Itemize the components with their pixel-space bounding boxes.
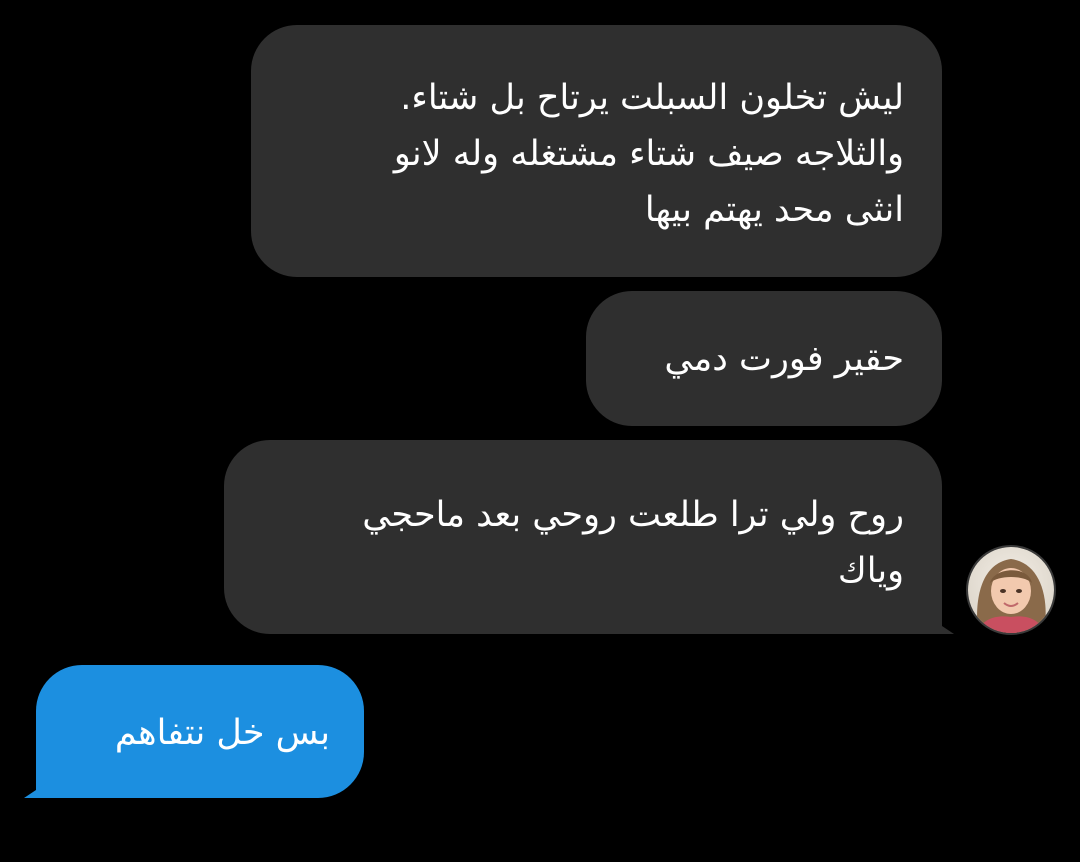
outgoing-message-bubble[interactable]: بس خل نتفاهم xyxy=(24,665,364,798)
sender-avatar[interactable] xyxy=(966,545,1056,635)
incoming-message-bubble[interactable]: روح ولي ترا طلعت روحي بعد ماحجي وياك xyxy=(224,440,954,634)
message-text: ليش تخلون السبلت يرتاح بل شتاء. والثلاجه… xyxy=(393,78,904,230)
message-text: حقير فورت دمي xyxy=(664,339,904,379)
incoming-message-bubble[interactable]: ليش تخلون السبلت يرتاح بل شتاء. والثلاجه… xyxy=(251,25,942,277)
message-text: روح ولي ترا طلعت روحي بعد ماحجي وياك xyxy=(362,495,904,591)
bubble-tail xyxy=(930,618,954,634)
bubble-tail xyxy=(24,782,48,798)
message-text: بس خل نتفاهم xyxy=(114,713,330,753)
incoming-message-bubble[interactable]: حقير فورت دمي xyxy=(586,291,942,426)
avatar-photo-icon xyxy=(968,547,1054,633)
